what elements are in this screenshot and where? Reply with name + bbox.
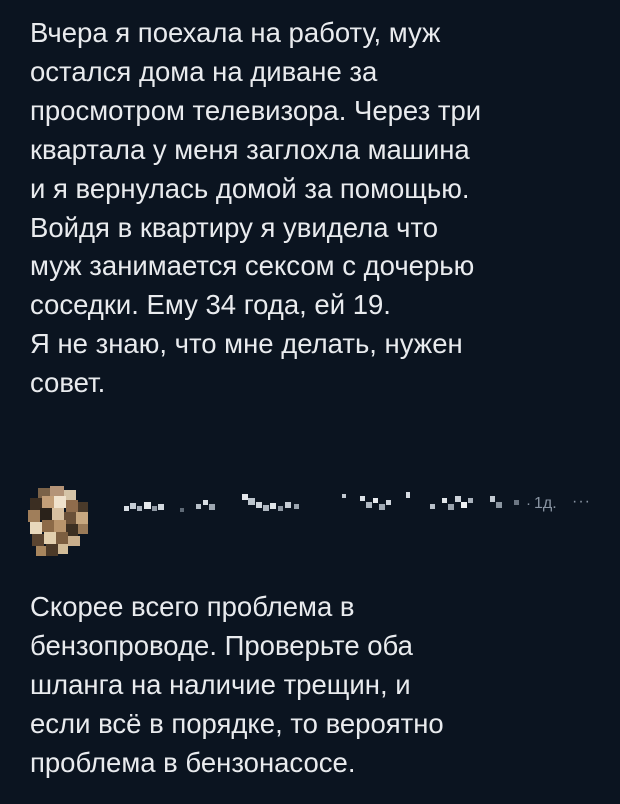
post-text: Вчера я поехала на работу, муж остался д… — [30, 17, 482, 399]
comment-header: · 1д. ··· — [110, 486, 610, 526]
comment-timestamp[interactable]: 1д. — [534, 490, 557, 518]
comment-text: Скорее всего проблема в бензопроводе. Пр… — [30, 591, 444, 778]
pixelated-username-icon[interactable] — [110, 486, 530, 522]
more-options-button[interactable]: ··· — [572, 488, 602, 516]
separator-dot: · — [526, 495, 531, 512]
pixelated-avatar-icon[interactable] — [22, 482, 98, 562]
